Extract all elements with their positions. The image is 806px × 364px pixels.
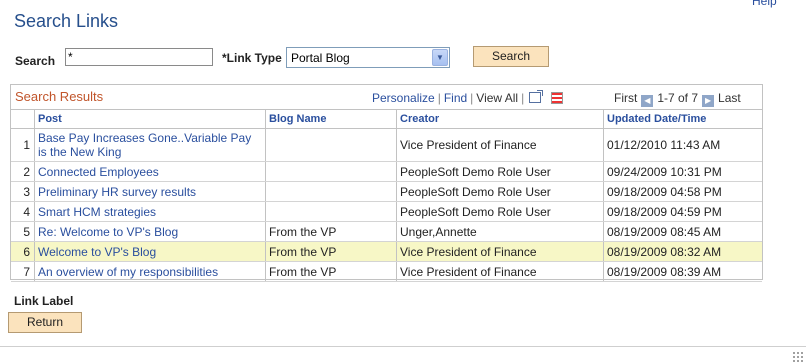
updated-cell: 08/19/2009 08:32 AM [603,241,762,262]
creator-cell: Vice President of Finance [396,128,604,162]
table-row: 7 An overview of my responsibilities Fro… [11,261,762,282]
updated-cell: 08/19/2009 08:39 AM [603,261,762,282]
range-label: 1-7 of 7 [657,91,699,105]
updated-cell: 09/18/2009 04:59 PM [603,201,762,222]
bottom-divider [0,346,806,347]
column-header-post[interactable]: Post [34,109,266,129]
column-header-updated[interactable]: Updated Date/Time [603,109,762,129]
post-link[interactable]: Preliminary HR survey results [34,181,266,202]
chevron-down-icon[interactable]: ▼ [432,49,448,66]
row-number: 7 [11,261,35,282]
post-link[interactable]: Connected Employees [34,161,266,182]
updated-cell: 08/19/2009 08:45 AM [603,221,762,242]
search-input[interactable] [65,48,213,66]
table-row: 3 Preliminary HR survey results PeopleSo… [11,181,762,202]
results-table: Post Blog Name Creator Updated Date/Time… [11,109,762,282]
table-row: 5 Re: Welcome to VP's Blog From the VP U… [11,221,762,242]
search-label: Search [15,54,56,68]
personalize-link[interactable]: Personalize [372,91,435,105]
post-link[interactable]: Re: Welcome to VP's Blog [34,221,266,242]
search-results-grid: Search Results Personalize | Find | View All… [10,84,763,282]
blog-name-cell [265,201,397,222]
blog-name-cell: From the VP [265,241,397,262]
blog-name-cell [265,128,397,162]
creator-cell: Vice President of Finance [396,261,604,282]
row-number-header [11,109,35,129]
table-row: 2 Connected Employees PeopleSoft Demo Ro… [11,161,762,182]
table-row: 1 Base Pay Increases Gone..Variable Pay … [11,128,762,162]
post-link[interactable]: Welcome to VP's Blog [34,241,266,262]
updated-cell: 09/18/2009 04:58 PM [603,181,762,202]
grid-header: Search Results Personalize | Find | View All… [11,85,762,110]
link-label: Link Label [14,294,74,308]
column-header-creator[interactable]: Creator [396,109,604,129]
updated-cell: 01/12/2010 11:43 AM [603,128,762,162]
view-all-link[interactable]: View All [476,91,518,105]
post-link[interactable]: An overview of my responsibilities [34,261,266,282]
table-row: 4 Smart HCM strategies PeopleSoft Demo R… [11,201,762,222]
row-number: 2 [11,161,35,182]
prev-arrow-icon[interactable]: ◀ [641,95,654,107]
creator-cell: PeopleSoft Demo Role User [396,201,604,222]
link-type-select[interactable]: Portal Blog ▼ [286,47,450,68]
column-header-blog-name[interactable]: Blog Name [265,109,397,129]
blog-name-cell: From the VP [265,221,397,242]
row-number: 4 [11,201,35,222]
first-label: First [614,91,638,105]
row-number: 6 [11,241,35,262]
grid-title: Search Results [15,89,104,104]
resize-grip-icon[interactable] [792,351,804,363]
grid-tools: Personalize | Find | View All | [372,90,564,105]
help-link[interactable]: Help [752,0,777,8]
creator-cell: PeopleSoft Demo Role User [396,161,604,182]
find-link[interactable]: Find [444,91,467,105]
creator-cell: Unger,Annette [396,221,604,242]
zoom-icon[interactable] [529,90,544,103]
page-title: Search Links [14,11,119,31]
search-button[interactable]: Search [473,46,549,67]
post-link[interactable]: Base Pay Increases Gone..Variable Pay is… [34,128,266,162]
next-arrow-icon[interactable]: ▶ [702,95,715,107]
row-number: 3 [11,181,35,202]
row-number: 1 [11,128,35,162]
grid-nav: First ◀ 1-7 of 7 ▶ Last [614,91,741,107]
updated-cell: 09/24/2009 10:31 PM [603,161,762,182]
post-link[interactable]: Smart HCM strategies [34,201,266,222]
row-number: 5 [11,221,35,242]
creator-cell: Vice President of Finance [396,241,604,262]
table-row: 6 Welcome to VP's Blog From the VP Vice … [11,241,762,262]
link-type-value: Portal Blog [291,51,350,65]
link-type-label: *Link Type [222,51,282,65]
return-button[interactable]: Return [8,312,82,333]
blog-name-cell [265,181,397,202]
blog-name-cell [265,161,397,182]
last-label: Last [718,91,741,105]
download-icon[interactable] [551,92,564,104]
blog-name-cell: From the VP [265,261,397,282]
creator-cell: PeopleSoft Demo Role User [396,181,604,202]
table-header-row: Post Blog Name Creator Updated Date/Time [11,109,762,129]
